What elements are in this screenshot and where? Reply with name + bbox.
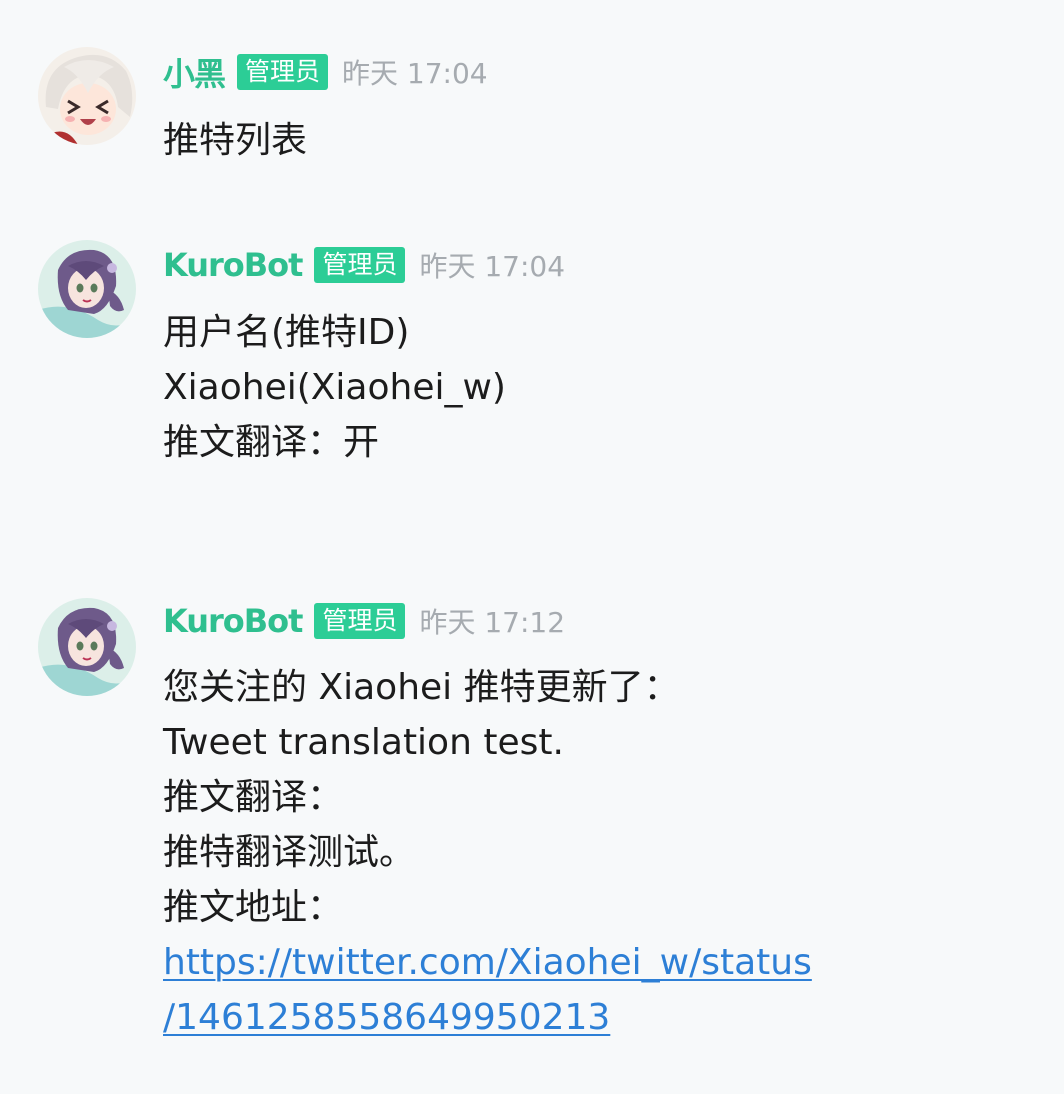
username[interactable]: 小黑 <box>163 49 226 95</box>
message-header: 小黑 管理员 昨天 17:04 <box>163 49 488 95</box>
admin-badge: 管理员 <box>314 603 406 639</box>
message-body: 您关注的 Xiaohei 推特更新了： Tweet translation te… <box>163 660 1043 1045</box>
anime-girl-purple-hair-avatar-icon <box>38 240 136 338</box>
timestamp: 昨天 17:04 <box>342 57 488 90</box>
message-header: KuroBot 管理员 昨天 17:12 <box>163 601 565 641</box>
timestamp: 昨天 17:04 <box>419 250 566 283</box>
message-body: 推特列表 <box>163 113 1043 168</box>
message-line: Xiaohei(Xiaohei_w) <box>163 367 506 408</box>
message-line: 推特列表 <box>163 120 308 161</box>
anime-girl-purple-hair-avatar-icon <box>38 598 136 696</box>
message-line: 推文地址： <box>163 887 344 928</box>
message-line: 用户名(推特ID) <box>163 312 410 353</box>
username[interactable]: KuroBot <box>163 602 303 640</box>
message-header: KuroBot 管理员 昨天 17:04 <box>163 245 565 285</box>
tweet-link[interactable]: /1461258558649950213 <box>163 990 1043 1045</box>
bot-avatar[interactable] <box>38 598 136 696</box>
anime-girl-white-hair-avatar-icon <box>38 47 136 145</box>
message-line: 您关注的 Xiaohei 推特更新了： <box>163 667 680 708</box>
message-line: 推文翻译：开 <box>163 422 380 463</box>
bot-avatar[interactable] <box>38 240 136 338</box>
username[interactable]: KuroBot <box>163 246 303 284</box>
message-line: Tweet translation test. <box>163 722 564 763</box>
message-line: 推文翻译： <box>163 777 344 818</box>
admin-badge: 管理员 <box>237 54 329 90</box>
user-avatar[interactable] <box>38 47 136 145</box>
admin-badge: 管理员 <box>314 247 406 283</box>
tweet-link[interactable]: https://twitter.com/Xiaohei_w/status <box>163 935 1043 990</box>
message-line: 推特翻译测试。 <box>163 832 416 873</box>
timestamp: 昨天 17:12 <box>419 606 566 639</box>
message-body: 用户名(推特ID) Xiaohei(Xiaohei_w) 推文翻译：开 <box>163 305 1043 470</box>
